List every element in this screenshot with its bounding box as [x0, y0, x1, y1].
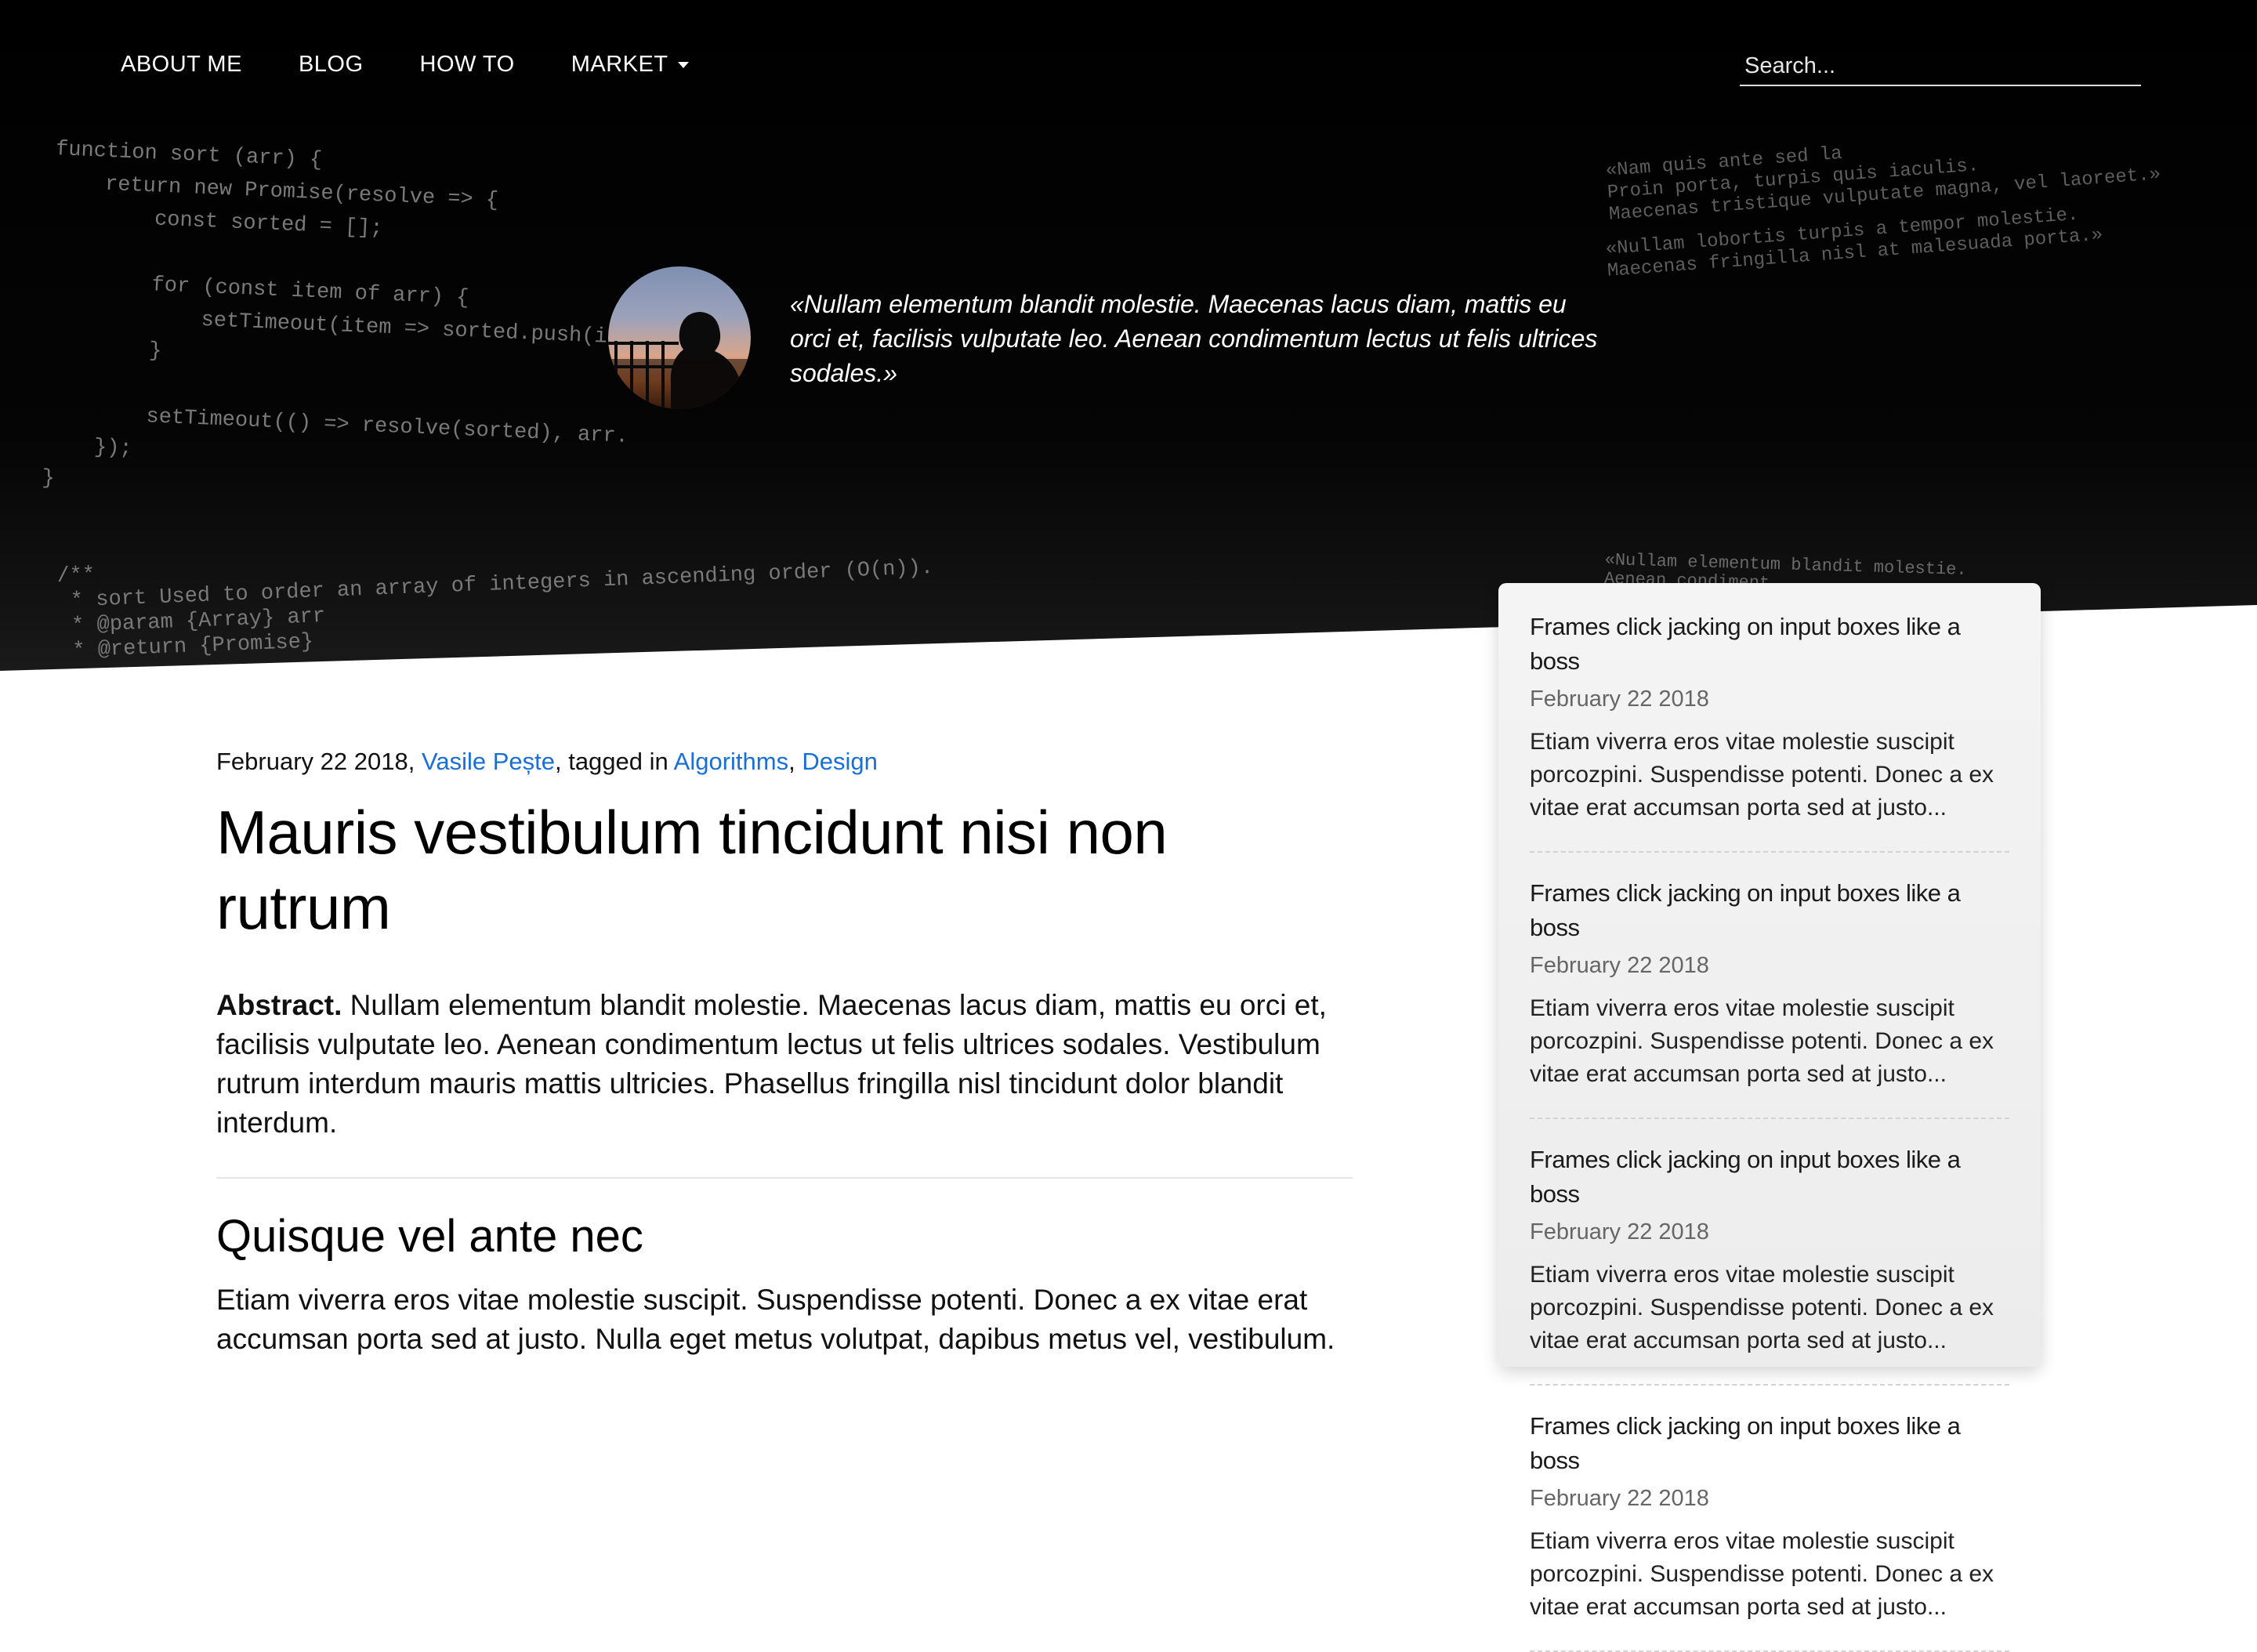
related-post-title[interactable]: Frames click jacking on input boxes like…	[1530, 876, 2009, 945]
related-post-excerpt: Etiam viverra eros vitae molestie suscip…	[1530, 729, 1994, 821]
hero-banner: function sort (arr) { return new Promise…	[0, 0, 2257, 671]
search-input[interactable]	[1740, 47, 2141, 86]
article-meta: February 22 2018, Vasile Pește, tagged i…	[216, 748, 878, 775]
related-post-date: February 22 2018	[1530, 1219, 1709, 1244]
caret-down-icon	[677, 61, 689, 68]
code-comment-background: /** * sort Used to order an array of int…	[56, 556, 934, 664]
section-heading: Quisque vel ante nec	[216, 1211, 643, 1262]
nav-how-to[interactable]: HOW TO	[420, 52, 515, 78]
nav-label: ABOUT ME	[121, 52, 242, 77]
tag-link-algorithms[interactable]: Algorithms	[674, 748, 788, 775]
divider	[216, 1177, 1353, 1179]
related-post-excerpt: Etiam viverra eros vitae molestie suscip…	[1530, 1262, 1994, 1353]
tagged-in-label: tagged in	[568, 748, 668, 775]
author-link[interactable]: Vasile Pește	[422, 748, 555, 775]
related-post[interactable]: Frames click jacking on input boxes like…	[1530, 610, 2009, 853]
related-post-date: February 22 2018	[1530, 953, 1709, 978]
related-post[interactable]: Frames click jacking on input boxes like…	[1530, 1143, 2009, 1386]
related-post-title[interactable]: Frames click jacking on input boxes like…	[1530, 610, 2009, 679]
related-post-excerpt: Etiam viverra eros vitae molestie suscip…	[1530, 995, 1994, 1087]
related-post-title[interactable]: Frames click jacking on input boxes like…	[1530, 1143, 2009, 1212]
related-post-date: February 22 2018	[1530, 687, 1709, 712]
article-abstract: Abstract. Nullam elementum blandit moles…	[216, 986, 1353, 1143]
related-posts-sidebar: Frames click jacking on input boxes like…	[1498, 583, 2041, 1652]
main-nav: ABOUT ME BLOG HOW TO MARKET	[121, 52, 745, 78]
section-body: Etiam viverra eros vitae molestie suscip…	[216, 1284, 1335, 1355]
article: February 22 2018, Vasile Pește, tagged i…	[216, 744, 1353, 1359]
related-post-date: February 22 2018	[1530, 1486, 1709, 1511]
nav-label: HOW TO	[419, 52, 515, 77]
code-snippet-background: function sort (arr) { return new Promise…	[41, 137, 646, 491]
abstract-label: Abstract.	[216, 989, 342, 1021]
author-avatar	[608, 266, 751, 409]
abstract-text: Nullam elementum blandit molestie. Maece…	[216, 989, 1327, 1139]
related-post[interactable]: Frames click jacking on input boxes like…	[1530, 1409, 2009, 1652]
related-post-excerpt: Etiam viverra eros vitae molestie suscip…	[1530, 1528, 1994, 1620]
tag-link-design[interactable]: Design	[802, 748, 878, 775]
nav-about-me[interactable]: ABOUT ME	[121, 52, 242, 78]
related-post-title[interactable]: Frames click jacking on input boxes like…	[1530, 1409, 2009, 1478]
person-silhouette-icon	[608, 312, 751, 409]
nav-blog[interactable]: BLOG	[299, 52, 364, 78]
article-title: Mauris vestibulum tincidunt nisi non rut…	[216, 798, 1168, 942]
hero-quote: «Nullam elementum blandit molestie. Maec…	[790, 290, 1598, 387]
related-post[interactable]: Frames click jacking on input boxes like…	[1530, 876, 2009, 1119]
nav-label: MARKET	[571, 52, 668, 77]
nav-label: BLOG	[298, 52, 364, 77]
nav-market-dropdown[interactable]: MARKET	[571, 52, 689, 78]
article-date: February 22 2018	[216, 748, 408, 775]
